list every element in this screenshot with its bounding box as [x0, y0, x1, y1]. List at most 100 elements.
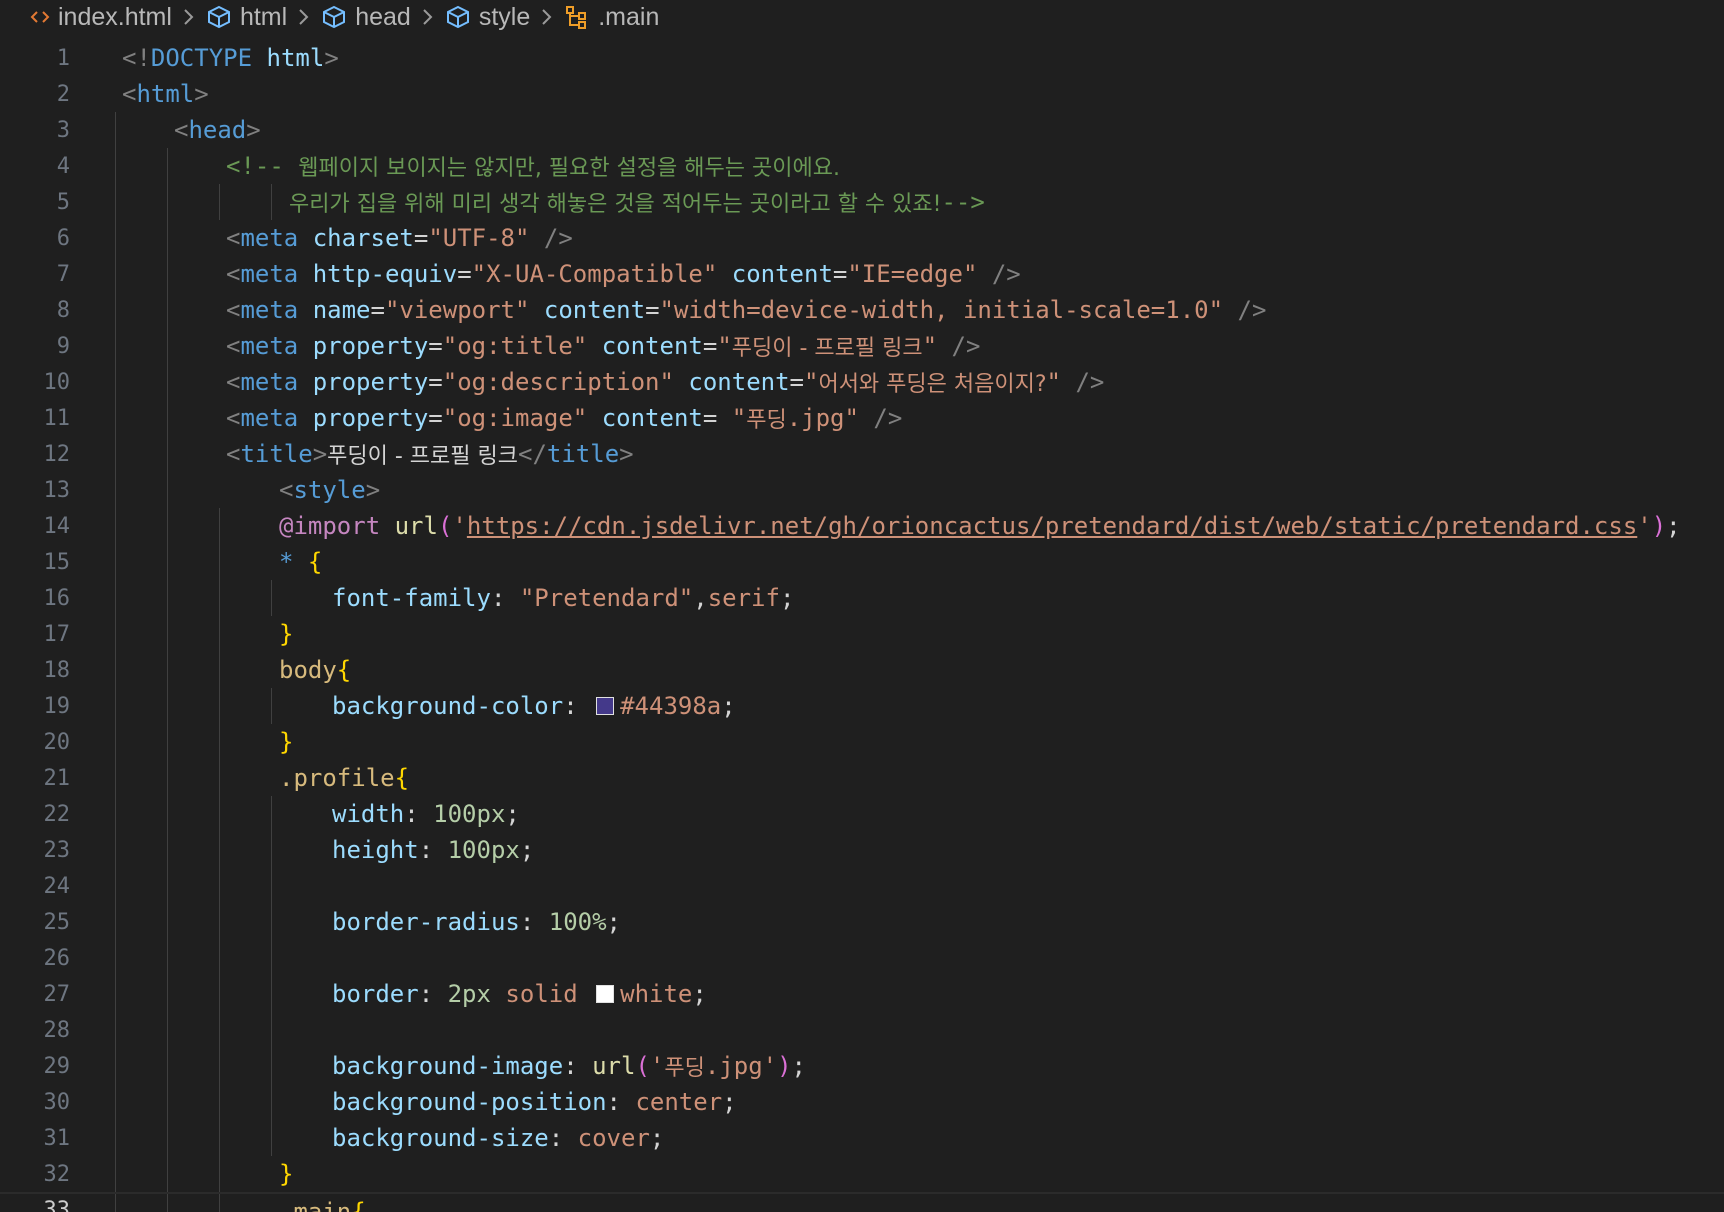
code-token: <	[226, 368, 241, 396]
code-line[interactable]: 26	[0, 940, 1724, 976]
indent-guide	[219, 1084, 220, 1120]
code-token: )	[1651, 512, 1667, 540]
line-number: 14	[43, 513, 71, 539]
indent-guide	[167, 580, 168, 616]
code-line[interactable]: 21 .profile{	[0, 760, 1724, 796]
code-line[interactable]: 23 height: 100px;	[0, 832, 1724, 868]
code-line[interactable]: 25 border-radius: 100%;	[0, 904, 1724, 940]
code-token: "	[922, 332, 938, 360]
code-text: background-position: center;	[332, 1084, 737, 1120]
code-line[interactable]: 32}	[0, 1156, 1724, 1192]
code-line[interactable]: 27 border: 2px solid white;	[0, 976, 1724, 1012]
code-line[interactable]: 6 < meta charset = "UTF-8" />	[0, 220, 1724, 256]
code-token: <	[226, 260, 241, 288]
chevron-right-icon	[540, 6, 554, 28]
breadcrumb-item[interactable]: .main	[564, 3, 659, 32]
line-number: 27	[43, 981, 71, 1007]
code-line[interactable]: 30 background-position: center;	[0, 1084, 1724, 1120]
code-line[interactable]: 19 background-color: #44398a;	[0, 688, 1724, 724]
code-line[interactable]: 12 < title > 푸딩이 - 프로필 링크 </title >	[0, 436, 1724, 472]
code-token: "viewport"	[384, 296, 530, 324]
code-token: 우리가 집을 위해 미리 생각 해놓은 것을 적어두는 곳이라고 할 수 있죠!	[289, 192, 942, 217]
code-line[interactable]: 28	[0, 1012, 1724, 1048]
code-token: content	[688, 368, 790, 396]
code-line[interactable]: 5 우리가 집을 위해 미리 생각 해놓은 것을 적어두는 곳이라고 할 수 있죠…	[0, 184, 1724, 220]
code-token: =	[789, 368, 804, 396]
code-token: '	[452, 512, 467, 540]
code-token: <	[226, 296, 241, 324]
code-token: >	[324, 44, 339, 72]
code-token: ,	[693, 584, 708, 612]
code-line[interactable]: 13 < style >	[0, 472, 1724, 508]
breadcrumb-item[interactable]: head	[321, 3, 411, 32]
code-token: <!--	[226, 152, 299, 180]
code-line[interactable]: 4 <!-- 웹페이지 보이지는 않지만, 필요한 설정을 해두는 곳이에요.	[0, 148, 1724, 184]
code-text: < meta property = "og:image" content = " 푸딩 .j…	[226, 400, 902, 436]
code-line[interactable]: 9 < meta property = "og:title" content = " 푸딩이 …	[0, 328, 1724, 364]
code-line[interactable]: 17}	[0, 616, 1724, 652]
line-number: 16	[43, 585, 71, 611]
code-token: ;	[649, 1124, 665, 1152]
color-swatch-icon[interactable]	[596, 697, 615, 715]
indent-guide	[115, 1012, 116, 1048]
code-token: .main	[279, 1198, 352, 1212]
code-token: (	[635, 1052, 650, 1080]
code-editor[interactable]: 1 <! DOCTYPE html >2 < html >3 < head >4 <!-- 웹페이지…	[0, 40, 1724, 1212]
breadcrumb-item[interactable]: index.html	[30, 3, 172, 32]
code-line[interactable]: 18 body{	[0, 652, 1724, 688]
indent-guide	[167, 1048, 168, 1084]
indent-guide	[167, 1084, 168, 1120]
code-token: <	[226, 332, 241, 360]
code-line[interactable]: 11 < meta property = "og:image" content = " 푸딩…	[0, 400, 1724, 436]
code-text: < html >	[122, 76, 209, 112]
code-text: * {	[279, 544, 322, 580]
breadcrumb-item[interactable]: html	[206, 3, 287, 32]
code-line[interactable]: 16 font-family: "Pretendard", serif;	[0, 580, 1724, 616]
code-token: content	[601, 404, 703, 432]
breadcrumb-item[interactable]: style	[445, 3, 530, 32]
indent-guide	[167, 868, 168, 904]
code-line[interactable]: 10 < meta property = "og:description" conten…	[0, 364, 1724, 400]
code-line[interactable]: 14 @import url(' https://cdn.jsdelivr.net/…	[0, 508, 1724, 544]
code-line[interactable]: 29 background-image: url(' 푸딩 .jpg');	[0, 1048, 1724, 1084]
code-line[interactable]: 3 < head >	[0, 112, 1724, 148]
indent-guide	[271, 1048, 272, 1084]
indent-guide	[167, 364, 168, 400]
line-number: 6	[56, 225, 70, 251]
code-line[interactable]: 22 width: 100px;	[0, 796, 1724, 832]
line-number: 1	[56, 45, 70, 71]
code-line[interactable]: 20}	[0, 724, 1724, 760]
code-line[interactable]: 8 < meta name = "viewport" content = "width=de…	[0, 292, 1724, 328]
code-line[interactable]: 33 .main{	[0, 1192, 1724, 1212]
code-token: font-family	[332, 584, 491, 612]
indent-guide	[167, 292, 168, 328]
indent-guide	[115, 1156, 116, 1192]
code-token: ;	[722, 1088, 737, 1116]
line-number: 21	[43, 765, 71, 791]
code-token: background-color	[332, 692, 564, 720]
code-line[interactable]: 15 * {	[0, 544, 1724, 580]
color-swatch-icon[interactable]	[596, 985, 615, 1003]
code-line[interactable]: 7 < meta http-equiv = "X-UA-Compatible" cont…	[0, 256, 1724, 292]
code-token: =	[428, 404, 443, 432]
code-line[interactable]: 24	[0, 868, 1724, 904]
code-line[interactable]: 1 <! DOCTYPE html >	[0, 40, 1724, 76]
indent-guide	[167, 832, 168, 868]
code-token: />	[873, 404, 903, 432]
code-token: 웹페이지 보이지는 않지만, 필요한 설정을 해두는 곳이에요.	[298, 156, 840, 181]
line-number: 23	[43, 837, 71, 863]
code-token: html	[266, 44, 325, 72]
indent-guide	[271, 1084, 272, 1120]
code-token: :	[404, 800, 434, 828]
code-line[interactable]: 31 background-size: cover;	[0, 1120, 1724, 1156]
code-line[interactable]: 2 < html >	[0, 76, 1724, 112]
line-number: 26	[43, 945, 71, 971]
line-number: 9	[56, 333, 70, 359]
indent-guide	[219, 1194, 220, 1212]
code-token: 100px	[447, 836, 520, 864]
